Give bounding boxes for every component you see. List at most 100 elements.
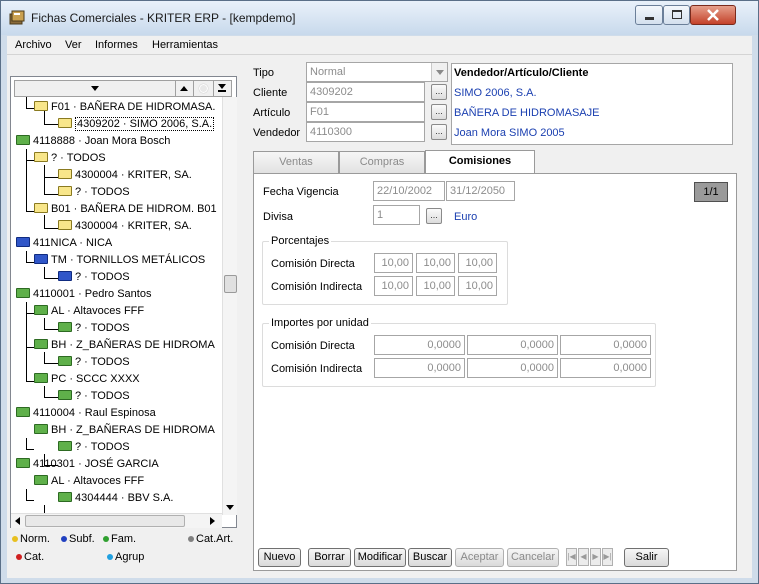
folder-icon <box>58 322 72 332</box>
tree-node[interactable]: AL · Altavoces FFF <box>34 473 144 490</box>
tree-node[interactable]: BH · Z_BAÑERAS DE HIDROMA <box>34 337 215 354</box>
folder-icon <box>34 101 48 111</box>
app-window: Fichas Comerciales - KRITER ERP - [kempd… <box>0 0 759 584</box>
borrar-button[interactable]: Borrar <box>308 548 351 567</box>
arrow-right-icon[interactable] <box>210 517 215 525</box>
folder-icon <box>58 441 72 451</box>
folder-icon <box>58 220 72 230</box>
articulo-lookup-button[interactable]: ... <box>431 104 447 120</box>
tree-node[interactable]: ? · TODOS <box>58 388 130 405</box>
fecha-hasta-field[interactable]: 31/12/2050 <box>446 181 515 201</box>
fecha-vigencia-label: Fecha Vigencia <box>263 186 339 198</box>
tree-node[interactable]: ? · TODOS <box>58 269 130 286</box>
tree-node[interactable]: 4300004 · KRITER, SA. <box>58 167 192 184</box>
tree-node[interactable]: 411NICA · NICA <box>16 235 112 252</box>
cliente-lookup-button[interactable]: ... <box>431 84 447 100</box>
tree-node[interactable]: 4110301 · JOSÉ GARCIA <box>16 456 159 473</box>
open-folder-icon <box>16 237 30 247</box>
tree-node[interactable]: ? · TODOS <box>58 184 130 201</box>
tree-node-selected[interactable]: 4309202 · SIMO 2006, S.A. <box>58 116 215 133</box>
first-record-button[interactable]: |◀ <box>566 548 577 566</box>
arrow-down-icon[interactable] <box>226 505 234 510</box>
tree-home-button[interactable] <box>193 81 213 96</box>
nuevo-button[interactable]: Nuevo <box>258 548 301 567</box>
imp-indirecta-1[interactable]: 0,0000 <box>374 358 465 378</box>
tree-node[interactable]: PC · SCCC XXXX <box>34 371 140 388</box>
divisa-lookup-button[interactable]: ... <box>426 208 442 224</box>
last-record-button[interactable]: ▶| <box>602 548 613 566</box>
pct-directa-2[interactable]: 10,00 <box>416 253 455 273</box>
tab-ventas[interactable]: Ventas <box>253 151 339 173</box>
window-title: Fichas Comerciales - KRITER ERP - [kempd… <box>31 11 296 25</box>
close-button[interactable] <box>690 5 736 25</box>
dropdown-button[interactable] <box>431 63 447 81</box>
imp-directa-1[interactable]: 0,0000 <box>374 335 465 355</box>
tree-up-button[interactable] <box>175 81 193 96</box>
tree-vertical-scrollbar[interactable] <box>222 97 237 515</box>
tree-node[interactable]: ? · TODOS <box>58 439 130 456</box>
info-vendedor: Joan Mora SIMO 2005 <box>454 127 565 139</box>
tree-node[interactable]: BH · Z_BAÑERAS DE HIDROMA <box>34 422 215 439</box>
modificar-button[interactable]: Modificar <box>354 548 406 567</box>
comisiones-panel: Fecha Vigencia 22/10/2002 31/12/2050 1/1… <box>253 173 737 571</box>
salir-button[interactable]: Salir <box>624 548 669 567</box>
folder-icon <box>34 475 48 485</box>
imp-indirecta-2[interactable]: 0,0000 <box>467 358 558 378</box>
pct-directa-1[interactable]: 10,00 <box>374 253 413 273</box>
cliente-label: Cliente <box>253 87 288 99</box>
tree-node[interactable]: ? · TODOS <box>34 150 106 167</box>
tree-down-button[interactable] <box>213 81 231 96</box>
menu-archivo[interactable]: Archivo <box>15 39 52 51</box>
tree-node[interactable]: 4110001 · Pedro Santos <box>16 286 151 303</box>
maximize-button[interactable] <box>663 5 690 25</box>
menu-informes[interactable]: Informes <box>95 39 138 51</box>
buscar-button[interactable]: Buscar <box>408 548 452 567</box>
fecha-desde-field[interactable]: 22/10/2002 <box>373 181 445 201</box>
next-record-button[interactable]: ▶ <box>590 548 601 566</box>
tree-node[interactable]: TM · TORNILLOS METÁLICOS <box>34 252 205 269</box>
vendedor-field[interactable]: 4110300 <box>306 122 425 142</box>
divisa-field[interactable]: 1 <box>373 205 420 225</box>
tree-node[interactable]: 4118888 · Joan Mora Bosch <box>16 133 170 150</box>
detail-pane: Tipo Normal Cliente 4309202 ... Artículo… <box>247 61 737 571</box>
pct-indirecta-2[interactable]: 10,00 <box>416 276 455 296</box>
cliente-field[interactable]: 4309202 <box>306 82 425 102</box>
chevron-down-icon <box>436 70 444 75</box>
tree-horizontal-scrollbar[interactable] <box>11 513 222 528</box>
pct-indirecta-1[interactable]: 10,00 <box>374 276 413 296</box>
arrow-left-icon[interactable] <box>15 517 20 525</box>
articulo-label: Artículo <box>253 107 291 119</box>
tree-node[interactable]: F01 · BAÑERA DE HIDROMASA. <box>34 99 215 116</box>
prev-record-button[interactable]: ◀ <box>578 548 589 566</box>
tree-node[interactable]: 4110004 · Raul Espinosa <box>16 405 156 422</box>
info-articulo: BAÑERA DE HIDROMASAJE <box>454 107 600 119</box>
aceptar-button[interactable]: Aceptar <box>455 548 504 567</box>
tree-node[interactable]: B01 · BAÑERA DE HIDROM. B01 <box>34 201 217 218</box>
vendedor-lookup-button[interactable]: ... <box>431 124 447 140</box>
tab-compras[interactable]: Compras <box>339 151 425 173</box>
importes-title: Importes por unidad <box>269 317 371 329</box>
tree-node[interactable]: 4300004 · KRITER, SA. <box>58 218 192 235</box>
minimize-button[interactable] <box>635 5 663 25</box>
menu-herramientas[interactable]: Herramientas <box>152 39 218 51</box>
tree-node[interactable]: AL · Altavoces FFF <box>34 303 144 320</box>
imp-directa-3[interactable]: 0,0000 <box>560 335 651 355</box>
articulo-field[interactable]: F01 <box>306 102 425 122</box>
tree-node[interactable]: ? · TODOS <box>58 354 130 371</box>
imp-directa-2[interactable]: 0,0000 <box>467 335 558 355</box>
imp-indirecta-3[interactable]: 0,0000 <box>560 358 651 378</box>
scroll-thumb[interactable] <box>25 515 185 527</box>
tree-dropdown[interactable] <box>15 81 175 96</box>
tree-node[interactable]: 4304444 · BBV S.A. <box>58 490 173 507</box>
pct-indirecta-3[interactable]: 10,00 <box>458 276 497 296</box>
tree-view[interactable]: F01 · BAÑERA DE HIDROMASA. 4309202 · SIM… <box>11 97 223 515</box>
scroll-thumb[interactable] <box>224 275 237 293</box>
tipo-select[interactable]: Normal <box>306 62 448 82</box>
cancelar-button[interactable]: Cancelar <box>507 548 559 567</box>
pct-directa-3[interactable]: 10,00 <box>458 253 497 273</box>
folder-icon <box>58 118 72 128</box>
tab-comisiones[interactable]: Comisiones <box>425 150 535 173</box>
tree-node[interactable]: ? · TODOS <box>58 320 130 337</box>
menu-ver[interactable]: Ver <box>65 39 82 51</box>
menu-bar: Archivo Ver Informes Herramientas <box>7 36 752 55</box>
